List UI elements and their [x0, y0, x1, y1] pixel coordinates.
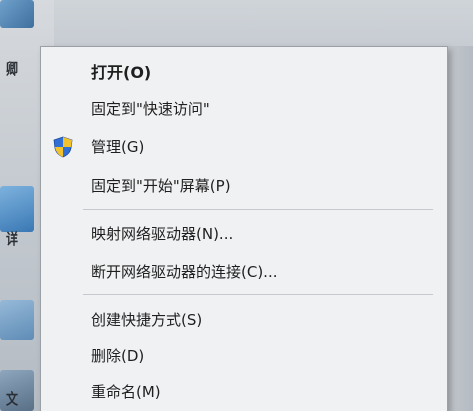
menu-item-label: 管理(G): [91, 137, 145, 156]
menu-item-label: 创建快捷方式(S): [91, 310, 203, 329]
window-background-right: [446, 46, 473, 411]
desktop-icon-label: 卿: [6, 60, 19, 78]
menu-item-label: 删除(D): [91, 346, 145, 365]
desktop-app-icon[interactable]: [0, 186, 34, 232]
menu-item-pin-start[interactable]: 固定到"开始"屏幕(P): [41, 168, 447, 202]
menu-item-label: 固定到"开始"屏幕(P): [91, 176, 231, 195]
menu-item-disconnect-network-drive[interactable]: 断开网络驱动器的连接(C)...: [41, 254, 447, 288]
uac-shield-icon: [52, 136, 74, 158]
desktop-screen: 卿 详 文 打开(O) 固定到"快速访问" 管理(G) 固定到"开始"屏幕(P): [0, 0, 473, 411]
menu-item-label: 固定到"快速访问": [91, 99, 210, 118]
menu-item-open[interactable]: 打开(O): [41, 54, 447, 88]
menu-item-label: 断开网络驱动器的连接(C)...: [91, 262, 278, 281]
menu-item-create-shortcut[interactable]: 创建快捷方式(S): [41, 302, 447, 336]
menu-separator: [83, 294, 433, 295]
menu-item-manage[interactable]: 管理(G): [41, 129, 447, 163]
menu-item-rename[interactable]: 重命名(M): [41, 374, 447, 408]
menu-separator: [83, 209, 433, 210]
menu-item-pin-quick-access[interactable]: 固定到"快速访问": [41, 91, 447, 125]
window-background: [54, 0, 473, 46]
context-menu: 打开(O) 固定到"快速访问" 管理(G) 固定到"开始"屏幕(P) 映射网络驱…: [40, 46, 448, 411]
menu-item-label: 映射网络驱动器(N)...: [91, 224, 234, 243]
desktop-folder-icon[interactable]: [0, 0, 34, 28]
menu-item-label: 重命名(M): [91, 382, 161, 401]
desktop-app-icon[interactable]: [0, 300, 34, 340]
desktop-icon-label: 详: [6, 230, 19, 248]
menu-item-delete[interactable]: 删除(D): [41, 338, 447, 372]
menu-item-map-network-drive[interactable]: 映射网络驱动器(N)...: [41, 216, 447, 250]
menu-item-label: 打开(O): [91, 63, 152, 82]
desktop-icon-label: 文: [6, 390, 19, 408]
